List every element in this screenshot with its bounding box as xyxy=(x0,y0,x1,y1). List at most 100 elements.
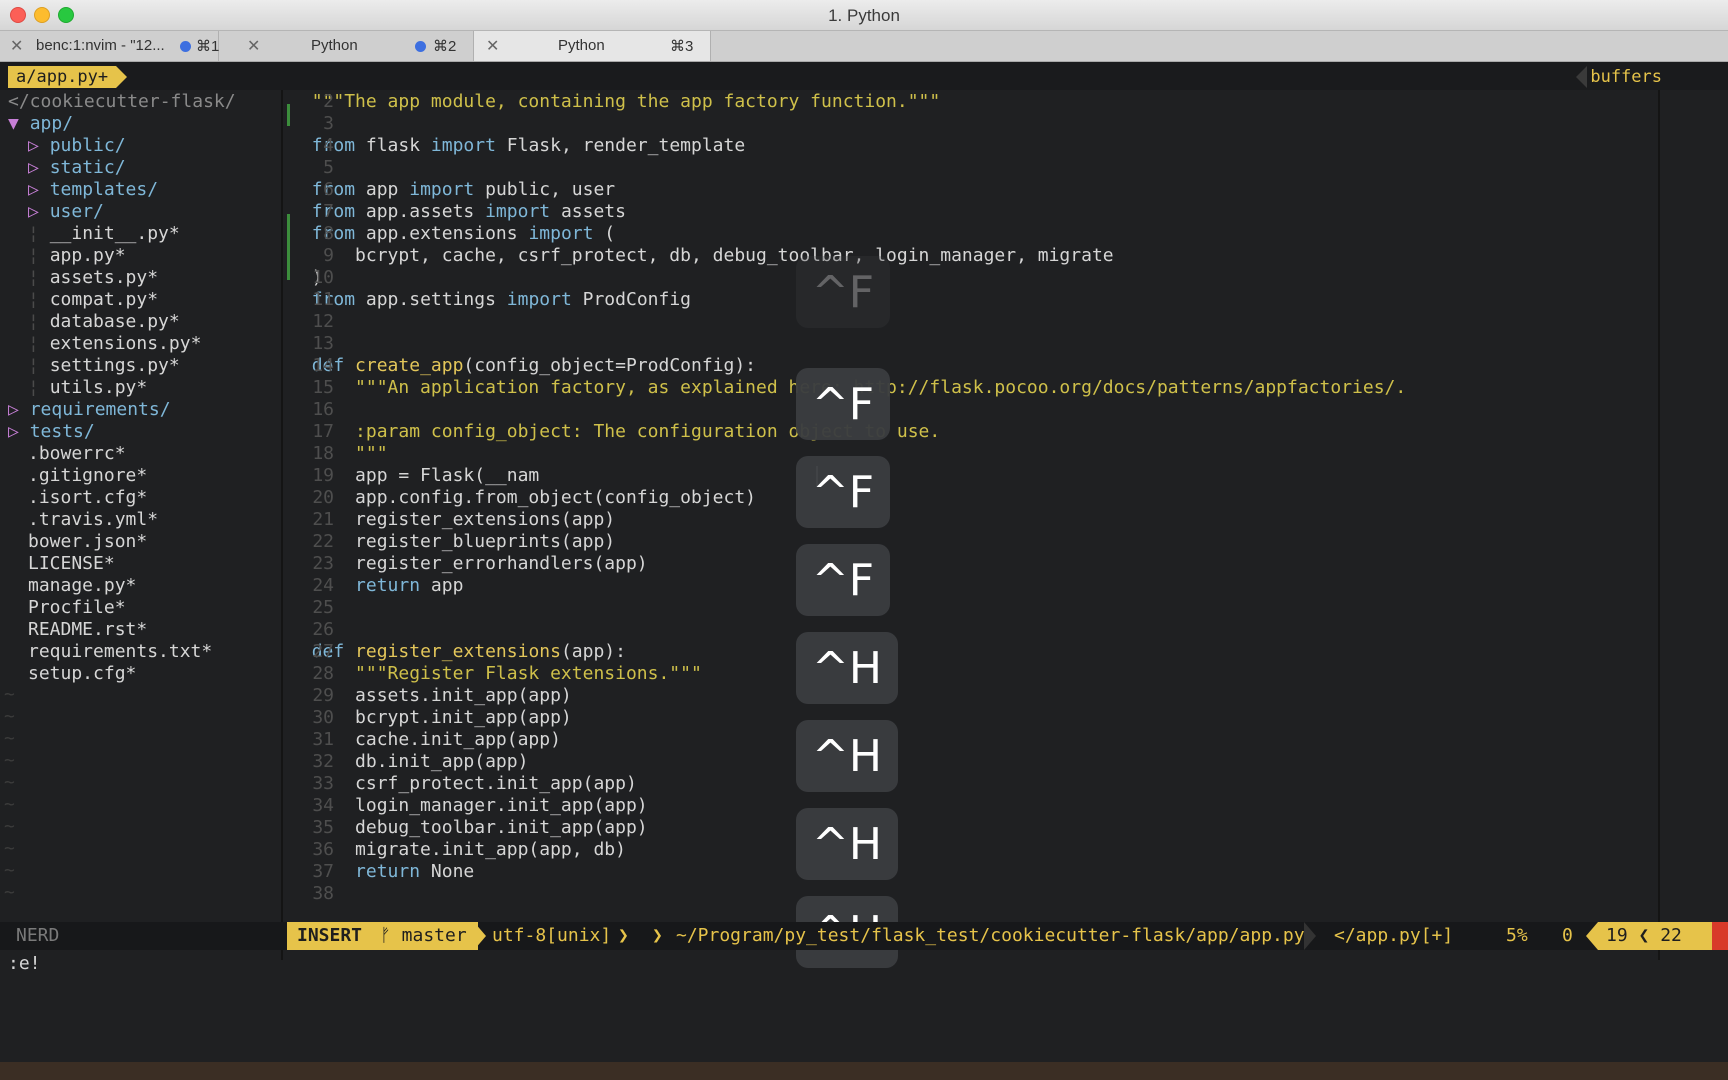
tree-item[interactable]: README.rst* xyxy=(28,618,147,642)
activity-dot-icon xyxy=(415,41,426,52)
tab-shortcut: ⌘2 xyxy=(433,38,457,55)
cursor-column: 22 xyxy=(1660,925,1682,946)
git-branch: ᚠ master xyxy=(376,922,478,950)
tree-item[interactable]: ¦ app.py* xyxy=(28,244,126,268)
collapsed-arrow-icon: ▷ xyxy=(28,201,50,222)
command-line[interactable]: :e! xyxy=(8,950,41,978)
file-path: ~/Program/py_test/flask_test/cookiecutte… xyxy=(676,925,1305,946)
keystroke-overlay: ^F xyxy=(796,256,890,328)
tab-label: benc:1:nvim - "12... xyxy=(36,37,165,54)
code-line: 14 def create_app(config_object=ProdConf… xyxy=(311,355,757,376)
chevron-right-icon: ❯ xyxy=(652,925,663,946)
tree-item[interactable]: .travis.yml* xyxy=(28,508,158,532)
code-line: 28 """Register Flask extensions.""" xyxy=(311,663,702,684)
powerline-separator xyxy=(1586,922,1598,950)
code-line: 21 register_extensions(app) xyxy=(311,509,616,530)
tree-item[interactable]: ¦ compat.py* xyxy=(28,288,158,312)
tree-item[interactable]: bower.json* xyxy=(28,530,147,554)
tree-item[interactable]: .isort.cfg* xyxy=(28,486,147,510)
tree-item[interactable]: manage.py* xyxy=(28,574,136,598)
cursor-position: 19 ❮ 22 xyxy=(1598,922,1726,950)
tree-item[interactable]: ▼ app/ xyxy=(8,112,73,136)
close-tab-icon[interactable]: ✕ xyxy=(486,36,499,56)
tree-item[interactable]: ▷ static/ xyxy=(28,156,126,180)
code-line: 37 return None xyxy=(312,861,475,882)
tree-item[interactable]: setup.cfg* xyxy=(28,662,136,686)
tree-item[interactable]: ▷ requirements/ xyxy=(8,398,171,422)
editor-pane[interactable]: 2 """The app module, containing the app … xyxy=(290,90,1650,960)
code-line: 6 from app import public, user xyxy=(311,179,616,200)
color-column xyxy=(1658,90,1660,960)
keystroke-overlay: ^H xyxy=(796,808,898,880)
tree-item[interactable]: .bowerrc* xyxy=(28,442,126,466)
code-line: 20 app.config.from_object(config_object) xyxy=(311,487,757,508)
chevron-right-icon: ❯ xyxy=(618,925,629,946)
code-line-cursor: 19 app = Flask(__nam xyxy=(311,465,540,486)
tree-item[interactable]: Procfile* xyxy=(28,596,126,620)
tree-item[interactable]: ¦ extensions.py* xyxy=(28,332,201,356)
code-line: 18 """ xyxy=(311,443,388,464)
tab-2[interactable]: ✕ Python ⌘2 xyxy=(219,31,474,61)
code-line: 31 cache.init_app(app) xyxy=(311,729,561,750)
code-line: 8 from app.extensions import ( xyxy=(311,223,616,244)
code-line: 35 debug_toolbar.init_app(app) xyxy=(311,817,648,838)
tab-bar: ✕ benc:1:nvim - "12... ⌘1 ✕ Python ⌘2 ✕ … xyxy=(0,31,1728,62)
code-line: 27 def register_extensions(app): xyxy=(311,641,626,662)
code-line: 4 from flask import Flask, render_templa… xyxy=(311,135,746,156)
tab-shortcut: ⌘3 xyxy=(670,38,694,55)
tree-item[interactable]: ¦ assets.py* xyxy=(28,266,158,290)
nerdtree-label: NERD xyxy=(16,925,60,946)
code-line: 33 csrf_protect.init_app(app) xyxy=(311,773,637,794)
vim-tabline: a/app.py+ buffers xyxy=(0,62,1728,90)
buffer-name: </app.py[+] xyxy=(1334,925,1454,946)
collapsed-arrow-icon: ▷ xyxy=(8,399,30,420)
code-line: 24 return app xyxy=(312,575,464,596)
code-line: 10 ) xyxy=(311,267,334,288)
keystroke-overlay: ^H xyxy=(796,720,898,792)
powerline-separator xyxy=(1304,922,1316,950)
tree-item[interactable]: .gitignore* xyxy=(28,464,147,488)
tab-1[interactable]: ✕ benc:1:nvim - "12... ⌘1 xyxy=(0,31,219,61)
keystroke-overlay: ^F xyxy=(796,368,890,440)
code-line: 22 register_blueprints(app) xyxy=(311,531,616,552)
keystroke-overlay: ^F xyxy=(796,456,890,528)
window-titlebar: 1. Python xyxy=(0,0,1728,31)
tree-item[interactable]: ¦ utils.py* xyxy=(28,376,147,400)
tree-item[interactable]: ▷ user/ xyxy=(28,200,104,224)
tree-item[interactable]: ¦ settings.py* xyxy=(28,354,180,378)
tree-item[interactable]: ▷ public/ xyxy=(28,134,126,158)
code-line: 9 bcrypt, cache, csrf_protect, db, debug… xyxy=(311,245,1114,266)
tab-3[interactable]: ✕ Python ⌘3 xyxy=(474,31,711,61)
tree-item[interactable]: ¦ __init__.py* xyxy=(28,222,180,246)
keystroke-overlay: ^F xyxy=(796,544,890,616)
tree-item[interactable]: requirements.txt* xyxy=(28,640,212,664)
expanded-arrow-icon: ▼ xyxy=(8,113,30,134)
close-tab-icon[interactable]: ✕ xyxy=(10,36,23,56)
collapsed-arrow-icon: ▷ xyxy=(28,179,50,200)
mode-indicator: INSERT xyxy=(287,922,387,950)
tab-label: Python xyxy=(558,37,605,54)
keystroke-overlay: ^H xyxy=(796,632,898,704)
tree-item[interactable]: ▷ tests/ xyxy=(8,420,95,444)
nerdtree-panel: </cookiecutter-flask/ ▼ app/ ▷ public/ ▷… xyxy=(0,90,280,960)
tree-item[interactable]: ▷ templates/ xyxy=(28,178,158,202)
cursor-line: 19 xyxy=(1606,925,1628,946)
branch-icon: ᚠ xyxy=(380,925,391,946)
code-line: 36 migrate.init_app(app, db) xyxy=(311,839,626,860)
tree-item[interactable]: LICENSE* xyxy=(28,552,115,576)
tree-root[interactable]: </cookiecutter-flask/ xyxy=(8,90,236,114)
buffers-tag[interactable]: buffers xyxy=(1576,66,1672,88)
current-file-tag[interactable]: a/app.py+ xyxy=(8,66,128,88)
code-line: 11 from app.settings import ProdConfig xyxy=(311,289,692,310)
close-tab-icon[interactable]: ✕ xyxy=(247,36,260,56)
code-line: 29 assets.init_app(app) xyxy=(311,685,572,706)
error-indicator xyxy=(1712,922,1728,950)
split-divider[interactable] xyxy=(281,90,283,960)
warning-count: 0 xyxy=(1562,925,1573,946)
tree-item[interactable]: ¦ database.py* xyxy=(28,310,180,334)
window-title: 1. Python xyxy=(828,6,900,25)
powerline-separator xyxy=(474,922,486,950)
code-line: 30 bcrypt.init_app(app) xyxy=(311,707,572,728)
file-encoding: utf-8[unix] xyxy=(492,925,612,946)
collapsed-arrow-icon: ▷ xyxy=(8,421,30,442)
